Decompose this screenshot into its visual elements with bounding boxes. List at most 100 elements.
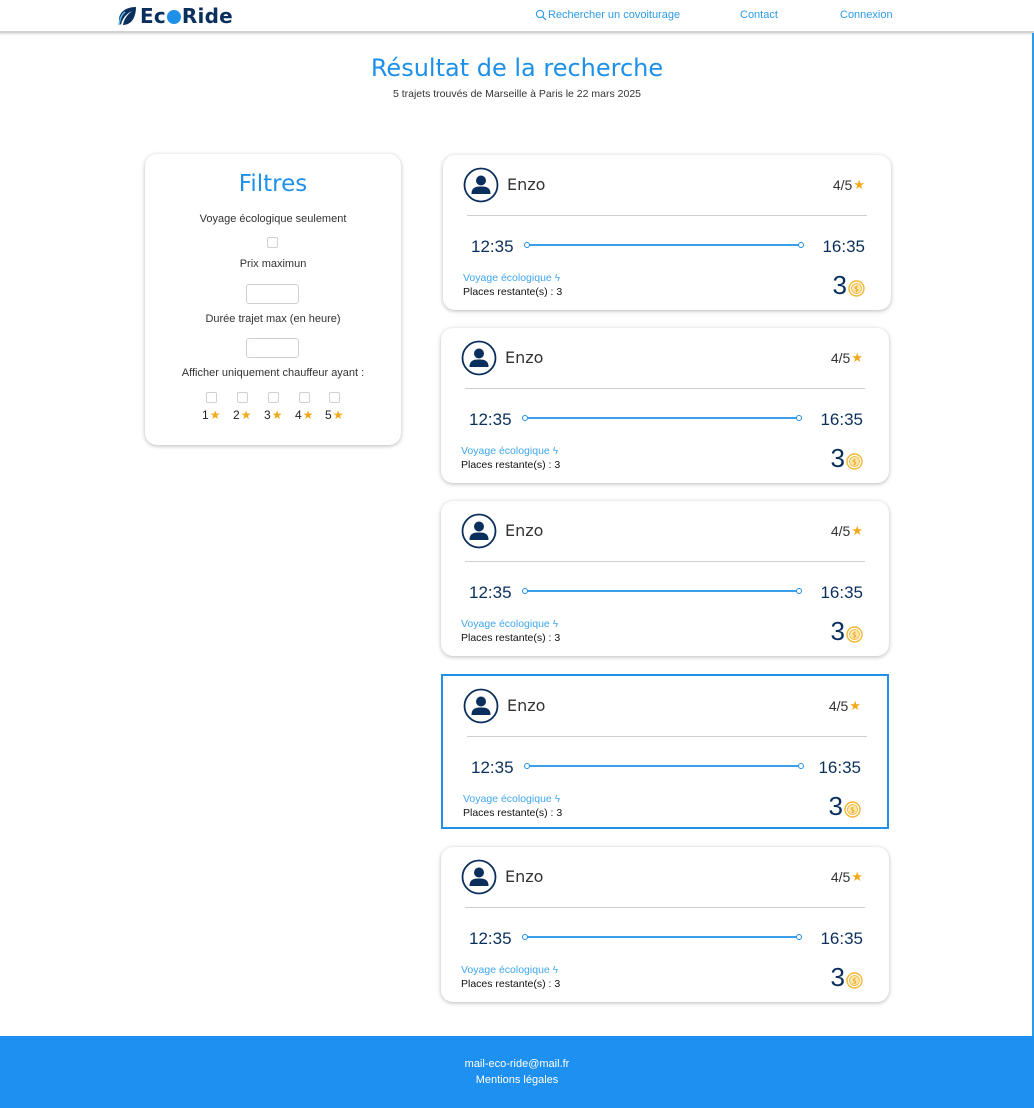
- trip-card[interactable]: Enzo 4/5 ★ 12:35 16:35 Voyage écologique ϟ…: [441, 501, 889, 656]
- lightning-icon: ϟ: [554, 272, 561, 284]
- lightning-icon: ϟ: [552, 618, 559, 630]
- trip-price: 3 $: [833, 272, 865, 298]
- trip-card[interactable]: Enzo 4/5 ★ 12:35 16:35 Voyage écologique ϟ…: [443, 155, 891, 310]
- trip-card[interactable]: Enzo 4/5 ★ 12:35 16:35 Voyage écologique ϟ…: [441, 847, 889, 1002]
- coin-icon: $: [848, 279, 865, 297]
- nav-search-link[interactable]: Rechercher un covoiturage: [535, 9, 680, 21]
- rating-value: 4/5: [832, 177, 853, 193]
- rating-value: 4/5: [830, 869, 851, 885]
- eco-badge: Voyage écologique ϟ: [461, 964, 558, 976]
- eco-label: Voyage écologique: [461, 618, 550, 630]
- lightning-icon: ϟ: [552, 445, 559, 457]
- brand-prefix: Ec: [140, 4, 166, 28]
- star-icon: ★: [240, 408, 252, 422]
- price-value: 3: [828, 791, 843, 821]
- rating-option-label: 4: [295, 408, 302, 422]
- footer-email-link[interactable]: mail-eco-ride@mail.fr: [0, 1058, 1034, 1070]
- star-icon: ★: [853, 177, 865, 192]
- rating-value: 4/5: [830, 350, 851, 366]
- driver-rating: 4/5 ★: [831, 350, 863, 366]
- max-price-label: Prix maximun: [239, 258, 307, 270]
- driver-name: Enzo: [505, 521, 544, 540]
- user-avatar-icon: [461, 859, 497, 895]
- price-value: 3: [832, 270, 847, 300]
- arrival-time: 16:35: [820, 583, 863, 602]
- rating-option-4: 4 ★: [295, 408, 313, 422]
- rating-3-checkbox[interactable]: [268, 392, 279, 403]
- rating-option-3: 3 ★: [264, 408, 282, 422]
- leaf-icon: [118, 7, 136, 26]
- driver-rating: 4/5 ★: [833, 177, 865, 193]
- price-value: 3: [830, 616, 845, 646]
- trip-price: 3 $: [831, 618, 863, 644]
- eco-badge: Voyage écologique ϟ: [461, 618, 558, 630]
- driver-name: Enzo: [505, 867, 544, 886]
- driver-name: Enzo: [505, 348, 544, 367]
- eco-only-checkbox[interactable]: [267, 237, 278, 248]
- departure-time: 12:35: [471, 237, 514, 256]
- star-icon: ★: [851, 350, 863, 365]
- star-icon: ★: [851, 523, 863, 538]
- eco-label: Voyage écologique: [463, 272, 552, 284]
- svg-text:$: $: [852, 976, 857, 985]
- route-line: [524, 242, 804, 248]
- star-icon: ★: [851, 869, 863, 884]
- rating-5-checkbox[interactable]: [329, 392, 340, 403]
- eco-label: Voyage écologique: [461, 445, 550, 457]
- trip-card[interactable]: Enzo 4/5 ★ 12:35 16:35 Voyage écologique ϟ…: [441, 674, 889, 829]
- eco-only-label: Voyage écologique seulement: [199, 213, 347, 225]
- driver-rating-label: Afficher uniquement chauffeur ayant :: [181, 367, 365, 379]
- route-line: [522, 934, 802, 940]
- route-line: [524, 763, 804, 769]
- driver-rating: 4/5 ★: [831, 869, 863, 885]
- eco-badge: Voyage écologique ϟ: [463, 793, 560, 805]
- nav-login-link[interactable]: Connexion: [840, 9, 893, 21]
- user-avatar-icon: [463, 167, 499, 203]
- card-divider: [465, 907, 865, 908]
- max-price-input[interactable]: [246, 284, 299, 304]
- filters-panel: Filtres Voyage écologique seulement Prix…: [145, 154, 401, 445]
- trip-card[interactable]: Enzo 4/5 ★ 12:35 16:35 Voyage écologique ϟ…: [441, 328, 889, 483]
- seats-remaining: Places restante(s) : 3: [461, 632, 561, 644]
- departure-time: 12:35: [469, 410, 512, 429]
- rating-option-label: 1: [202, 408, 209, 422]
- rating-option-label: 5: [325, 408, 332, 422]
- star-icon: ★: [849, 698, 861, 713]
- seats-remaining: Places restante(s) : 3: [463, 807, 563, 819]
- coin-icon: $: [846, 452, 863, 470]
- rating-option-1: 1 ★: [202, 408, 220, 422]
- eco-label: Voyage écologique: [461, 964, 550, 976]
- coin-icon: $: [846, 625, 863, 643]
- nav-contact-link[interactable]: Contact: [740, 9, 778, 21]
- driver-name: Enzo: [507, 175, 546, 194]
- lightning-icon: ϟ: [554, 793, 561, 805]
- coin-icon: $: [846, 971, 863, 989]
- price-value: 3: [830, 962, 845, 992]
- arrival-time: 16:35: [818, 758, 861, 777]
- card-divider: [465, 388, 865, 389]
- arrival-time: 16:35: [820, 410, 863, 429]
- rating-2-checkbox[interactable]: [237, 392, 248, 403]
- search-icon: [535, 9, 547, 21]
- brand-name: Ec Ride: [140, 4, 233, 28]
- nav-search-label: Rechercher un covoiturage: [548, 9, 681, 21]
- svg-text:$: $: [850, 805, 855, 814]
- route-line: [522, 588, 802, 594]
- seats-remaining: Places restante(s) : 3: [461, 459, 561, 471]
- brand-logo[interactable]: Ec Ride: [116, 4, 233, 28]
- footer-legal-link[interactable]: Mentions légales: [0, 1074, 1034, 1086]
- star-icon: ★: [302, 408, 314, 422]
- top-navbar: Ec Ride Rechercher un covoiturage Contact…: [0, 0, 1034, 33]
- departure-time: 12:35: [469, 583, 512, 602]
- rating-option-2: 2 ★: [233, 408, 251, 422]
- rating-value: 4/5: [830, 523, 851, 539]
- svg-text:$: $: [852, 630, 857, 639]
- max-duration-input[interactable]: [246, 338, 299, 358]
- star-icon: ★: [209, 408, 221, 422]
- rating-4-checkbox[interactable]: [299, 392, 310, 403]
- filters-title: Filtres: [238, 171, 308, 197]
- rating-1-checkbox[interactable]: [206, 392, 217, 403]
- coin-icon: $: [844, 800, 861, 818]
- driver-name: Enzo: [507, 696, 546, 715]
- rating-option-label: 3: [264, 408, 271, 422]
